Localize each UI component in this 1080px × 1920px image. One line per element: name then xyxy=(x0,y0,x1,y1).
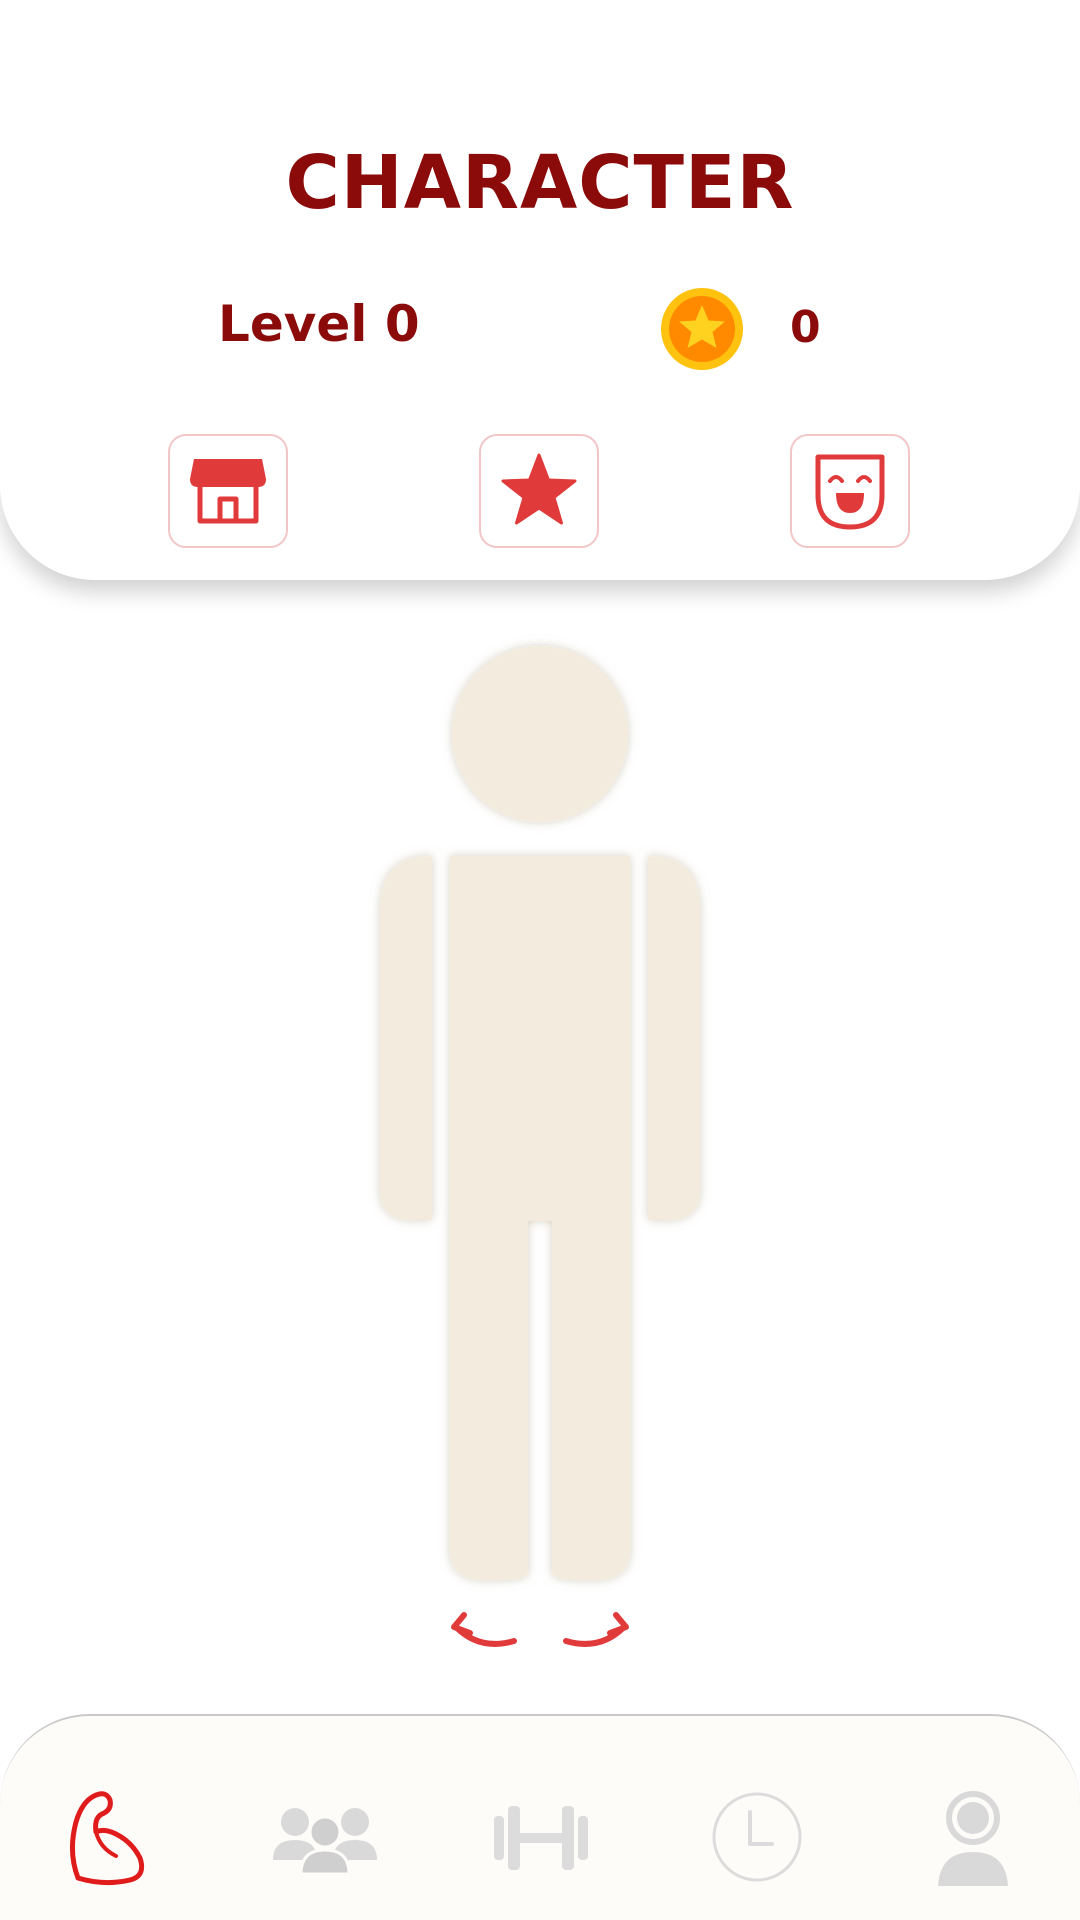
nav-workout[interactable] xyxy=(486,1782,596,1892)
coin-count: 0 xyxy=(790,302,821,353)
level-label: Level 0 xyxy=(218,295,420,353)
nav-profile[interactable] xyxy=(918,1782,1028,1892)
figure-right-arm xyxy=(648,856,700,1220)
page-title: CHARACTER xyxy=(285,140,795,226)
character-figure xyxy=(380,646,700,1580)
figure-right-leg xyxy=(552,1216,630,1580)
star-coin-icon xyxy=(661,288,743,370)
figure-head xyxy=(452,646,628,822)
figure-left-leg xyxy=(450,1216,528,1580)
group-icon xyxy=(273,1808,377,1876)
rotate-left-arrow-icon[interactable] xyxy=(440,1605,520,1665)
store-icon xyxy=(190,459,266,524)
smiley-face-icon xyxy=(815,454,885,530)
flexed-arm-icon xyxy=(70,1791,145,1886)
nav-friends[interactable] xyxy=(270,1782,380,1892)
shop-button[interactable] xyxy=(168,434,288,548)
dumbbell-icon xyxy=(494,1806,588,1870)
clock-icon xyxy=(712,1792,802,1882)
nav-history[interactable] xyxy=(702,1782,812,1892)
figure-left-arm xyxy=(380,856,432,1220)
star-icon xyxy=(501,453,577,525)
emotes-button[interactable] xyxy=(790,434,910,548)
bottom-nav xyxy=(0,1714,1080,1920)
header-card: CHARACTER Level 0 0 xyxy=(0,0,1080,580)
nav-character[interactable] xyxy=(54,1782,164,1892)
achievements-button[interactable] xyxy=(479,434,599,548)
figure-torso xyxy=(450,856,630,1221)
person-icon xyxy=(938,1791,1008,1886)
rotate-right-arrow-icon[interactable] xyxy=(560,1605,640,1665)
